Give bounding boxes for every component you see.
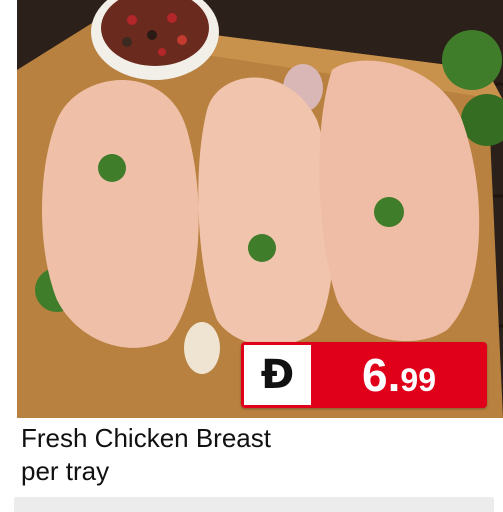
dirham-currency-icon: Đ: [260, 352, 295, 398]
currency-box: Đ: [241, 342, 311, 408]
product-title[interactable]: Fresh Chicken Breast per tray: [21, 422, 491, 488]
price-value: 6. 99: [311, 342, 487, 408]
price-whole: 6.: [362, 349, 401, 401]
add-to-cart-bar[interactable]: [14, 497, 494, 512]
price-badge: Đ 6. 99: [241, 342, 487, 408]
price-fraction: 99: [400, 361, 436, 398]
product-title-line2: per tray: [21, 456, 110, 486]
product-title-line1: Fresh Chicken Breast: [21, 423, 271, 453]
